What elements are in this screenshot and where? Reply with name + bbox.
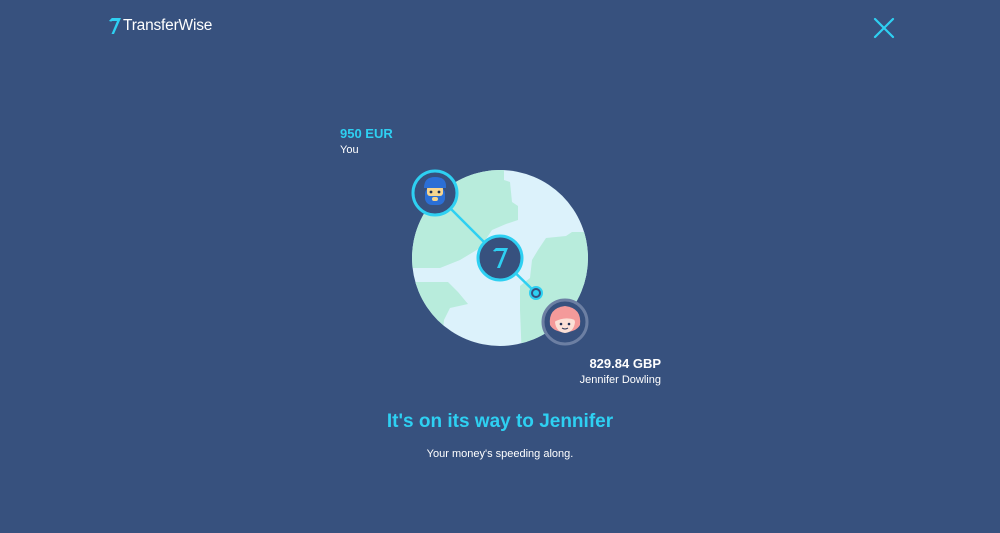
sender-amount: 950 EUR [340,126,393,141]
transferwise-flag-icon [109,18,121,34]
close-button[interactable] [872,16,896,40]
logo-text: TransferWise [123,17,213,34]
recipient-name: Jennifer Dowling [579,374,661,386]
transferwise-logo[interactable]: TransferWise [108,15,212,37]
recipient-amount: 829.84 GBP [589,356,661,371]
transfer-illustration [411,169,589,346]
status-subline: Your money's speeding along. [426,448,574,460]
transferwise-hub-icon [476,234,524,282]
sender-name: You [340,144,359,156]
male-avatar-icon [411,169,459,217]
status-headline: It's on its way to Jennifer [386,411,614,432]
close-icon [873,17,895,39]
transfer-status-page: TransferWise 950 EUR You 829.84 GBP Jenn… [0,0,1000,533]
female-avatar-icon [541,298,589,346]
